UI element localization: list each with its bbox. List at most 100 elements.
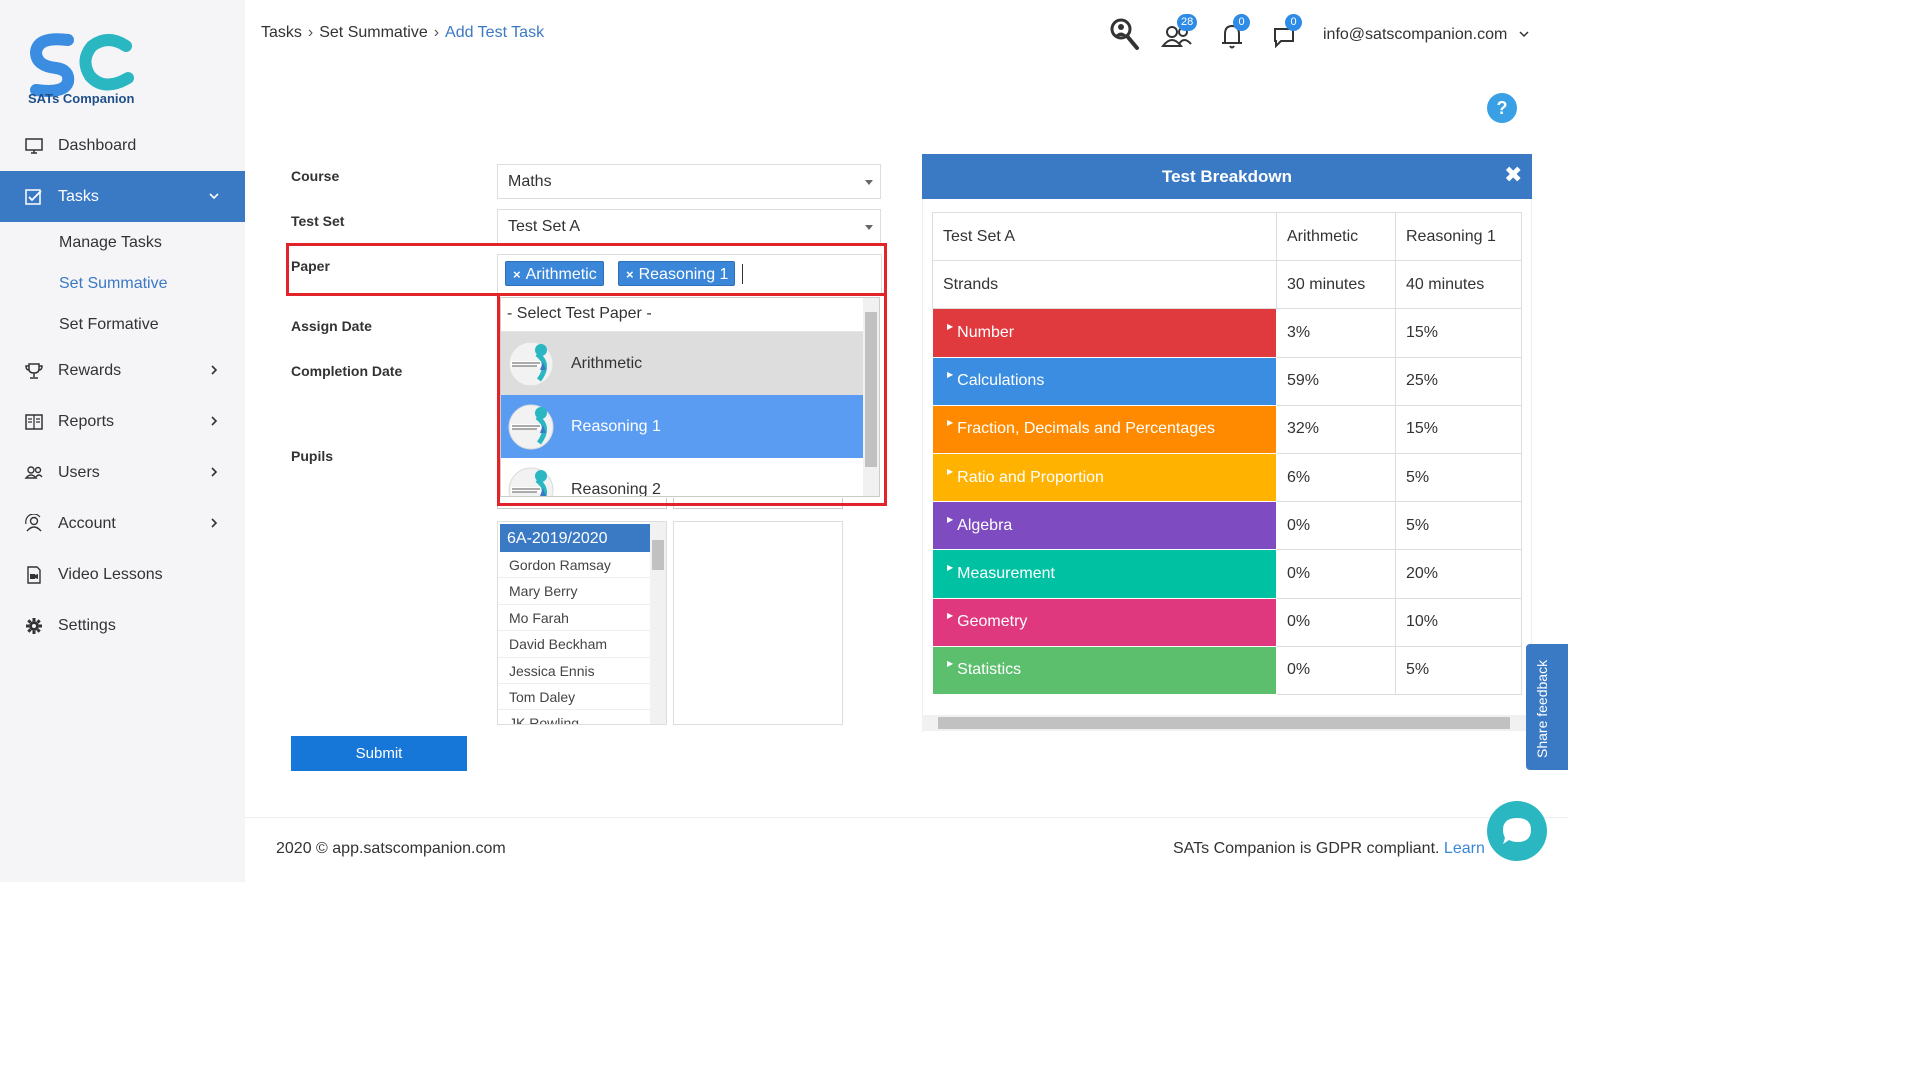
table-cell: 0%: [1276, 645, 1396, 695]
table-row: ▶ Statistics 0% 5%: [932, 645, 1522, 695]
pupils-available-list[interactable]: 6A-2019/2020 Gordon Ramsay Mary Berry Mo…: [497, 521, 667, 725]
sidebar-item-label: Account: [58, 514, 116, 532]
assign-date-label: Assign Date: [291, 318, 372, 334]
breadcrumb-tasks[interactable]: Tasks: [261, 24, 302, 42]
table-cell: 0%: [1276, 597, 1396, 647]
course-label: Course: [291, 168, 340, 184]
strand-cell[interactable]: ▶ Calculations: [932, 356, 1277, 406]
table-row: Strands 30 minutes 40 minutes: [932, 260, 1522, 310]
pupil-item[interactable]: Mo Farah: [498, 605, 652, 632]
sidebar-item-dashboard[interactable]: Dashboard: [0, 120, 245, 171]
strand-cell[interactable]: ▶ Measurement: [932, 549, 1277, 599]
strand-cell[interactable]: ▶ Algebra: [932, 501, 1277, 551]
table-row: ▶ Measurement 0% 20%: [932, 549, 1522, 599]
test-set-select[interactable]: Test Set A: [497, 209, 881, 244]
course-select[interactable]: Maths: [497, 164, 881, 199]
breakdown-horizontal-scrollbar[interactable]: [922, 715, 1532, 731]
pupil-item[interactable]: David Beckham: [498, 631, 652, 658]
chevron-right-icon: [211, 365, 218, 375]
pupil-list-scroll-thumb[interactable]: [652, 540, 664, 570]
table-cell: 0%: [1276, 549, 1396, 599]
table-cell: 5%: [1395, 452, 1522, 503]
learn-more-link[interactable]: Learn: [1444, 840, 1485, 857]
pupil-item[interactable]: Tom Daley: [498, 684, 652, 711]
expand-triangle-icon: ▶: [947, 514, 954, 524]
user-menu[interactable]: info@satscompanion.com: [1323, 26, 1530, 44]
table-header-row: Test Set A Arithmetic Reasoning 1: [932, 211, 1522, 262]
pupil-group-header[interactable]: 6A-2019/2020: [500, 524, 652, 552]
table-cell: 20%: [1395, 549, 1522, 599]
bell-badge: 0: [1233, 14, 1250, 31]
sidebar-subitem-set-formative[interactable]: Set Formative: [0, 304, 245, 345]
strand-name: Ratio and Proportion: [957, 468, 1104, 486]
logo-text: SATs Companion: [28, 91, 135, 106]
users-icon[interactable]: 28: [1159, 14, 1198, 54]
test-breakdown-table: Test Set A Arithmetic Reasoning 1 Strand…: [932, 211, 1522, 695]
expand-triangle-icon: ▶: [947, 659, 954, 669]
breadcrumb-set-summative[interactable]: Set Summative: [319, 24, 427, 42]
strand-cell[interactable]: ▶ Statistics: [932, 645, 1277, 695]
chevron-right-icon: [211, 518, 218, 528]
table-cell: 5%: [1395, 645, 1522, 695]
strand-cell[interactable]: ▶ Number: [932, 308, 1277, 358]
table-cell: 32%: [1276, 404, 1396, 454]
footer-gdpr: SATs Companion is GDPR compliant. Learn: [1173, 840, 1485, 858]
breakdown-scroll-thumb[interactable]: [938, 717, 1510, 729]
expand-triangle-icon: ▶: [947, 321, 954, 331]
expand-triangle-icon: ▶: [947, 466, 954, 476]
help-button[interactable]: ?: [1487, 93, 1517, 123]
sidebar-item-label: Tasks: [58, 187, 99, 205]
share-feedback-label: Share feedback: [1534, 659, 1550, 758]
gear-icon: [24, 616, 44, 636]
search-user-icon[interactable]: [1105, 16, 1141, 54]
pupil-item[interactable]: Gordon Ramsay: [498, 552, 652, 579]
table-cell: 0%: [1276, 501, 1396, 551]
reports-icon: [24, 412, 44, 432]
sidebar: SATs Companion Dashboard Tasks Manage Ta…: [0, 0, 245, 882]
sidebar-item-label: Rewards: [58, 361, 122, 379]
sidebar-item-users[interactable]: Users: [0, 447, 245, 498]
strand-cell[interactable]: ▶ Geometry: [932, 597, 1277, 647]
submit-button[interactable]: Submit: [291, 736, 467, 771]
strand-name: Algebra: [957, 516, 1013, 534]
strand-name: Number: [957, 323, 1015, 341]
table-cell: 40 minutes: [1395, 260, 1522, 310]
test-set-label: Test Set: [291, 213, 345, 229]
pupils-selected-list[interactable]: [673, 521, 843, 725]
chat-icon[interactable]: 0: [1267, 14, 1303, 54]
gdpr-text: SATs Companion is GDPR compliant.: [1173, 840, 1440, 857]
strand-cell[interactable]: ▶ Fraction, Decimals and Percentages: [932, 404, 1277, 454]
pupil-item[interactable]: Jessica Ennis: [498, 658, 652, 684]
sidebar-nav: Dashboard Tasks Manage Tasks Set Summati…: [0, 120, 245, 651]
sidebar-subitem-manage-tasks[interactable]: Manage Tasks: [0, 222, 245, 263]
sidebar-item-label: Users: [58, 463, 100, 481]
test-set-value: Test Set A: [508, 218, 581, 235]
pupil-list-scrollbar[interactable]: [650, 522, 666, 724]
expand-triangle-icon: ▶: [947, 370, 954, 380]
chevron-right-icon: [211, 467, 218, 477]
share-feedback-button[interactable]: Share feedback: [1526, 644, 1568, 770]
table-row: ▶ Fraction, Decimals and Percentages 32% …: [932, 404, 1522, 454]
highlight-box-dropdown: [497, 293, 887, 506]
user-email: info@satscompanion.com: [1323, 26, 1508, 43]
chat-widget-button[interactable]: [1487, 801, 1547, 861]
sidebar-item-account[interactable]: Account: [0, 498, 245, 549]
video-icon: [24, 565, 44, 585]
sidebar-subitem-set-summative[interactable]: Set Summative: [0, 263, 245, 304]
chevron-down-icon: [1519, 31, 1529, 38]
footer-copyright: 2020 © app.satscompanion.com: [276, 840, 506, 857]
table-cell: 25%: [1395, 356, 1522, 406]
footer-divider: [245, 817, 1568, 818]
strand-cell[interactable]: ▶ Ratio and Proportion: [932, 452, 1277, 503]
sidebar-item-settings[interactable]: Settings: [0, 600, 245, 651]
pupil-item[interactable]: Mary Berry: [498, 578, 652, 605]
table-cell: Arithmetic: [1276, 211, 1396, 262]
sidebar-item-reports[interactable]: Reports: [0, 396, 245, 447]
close-icon[interactable]: ✖: [1504, 164, 1524, 186]
sidebar-item-rewards[interactable]: Rewards: [0, 345, 245, 396]
sidebar-item-video-lessons[interactable]: Video Lessons: [0, 549, 245, 600]
pupil-item[interactable]: JK Rowling: [498, 710, 652, 724]
sidebar-item-tasks[interactable]: Tasks: [0, 171, 245, 222]
bell-icon[interactable]: 0: [1215, 14, 1251, 54]
table-cell: 10%: [1395, 597, 1522, 647]
